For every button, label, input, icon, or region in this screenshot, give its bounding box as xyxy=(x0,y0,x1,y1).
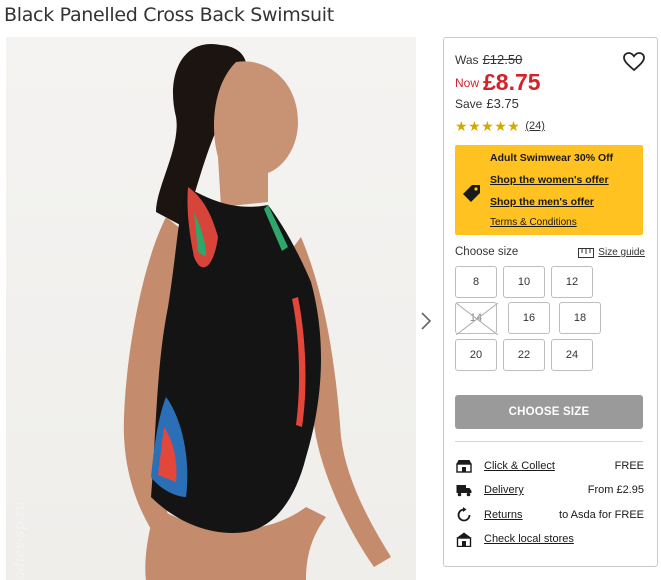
star-icon: ★ xyxy=(455,118,468,134)
watermark-text: Ladies-sp.ru xyxy=(11,501,28,580)
returns-icon xyxy=(455,507,473,523)
size-option-10[interactable]: 10 xyxy=(503,266,545,298)
delivery-row: Returns to Asda for FREE xyxy=(455,506,644,524)
star-icon: ★ xyxy=(481,118,494,134)
size-option-12[interactable]: 12 xyxy=(551,266,593,298)
size-option-14: 14 xyxy=(455,302,498,335)
star-icon: ★ xyxy=(494,118,507,134)
delivery-link[interactable]: Delivery xyxy=(484,484,524,496)
save-amount: Save £3.75 xyxy=(455,96,519,111)
truck-icon xyxy=(455,482,473,498)
delivery-link[interactable]: Click & Collect xyxy=(484,460,555,472)
next-image-chevron-right-icon[interactable] xyxy=(417,308,435,334)
save-label: Save xyxy=(455,97,483,111)
shop-mens-offer-link[interactable]: Shop the men's offer xyxy=(490,196,594,208)
star-icon: ★ xyxy=(507,118,520,134)
save-value: £3.75 xyxy=(486,96,519,111)
now-label: Now xyxy=(455,76,480,90)
wishlist-heart-icon[interactable] xyxy=(623,52,645,72)
was-price: Was £12.50 xyxy=(455,52,522,67)
delivery-link[interactable]: Returns xyxy=(484,509,523,521)
offer-heading: Adult Swimwear 30% Off xyxy=(490,152,614,164)
ruler-icon xyxy=(578,247,595,258)
delivery-value: to Asda for FREE xyxy=(559,509,644,521)
was-value: £12.50 xyxy=(482,52,523,67)
product-image[interactable]: Ladies-sp.ru xyxy=(6,37,416,580)
product-title: Black Panelled Cross Back Swimsuit xyxy=(4,4,334,26)
local-store-icon xyxy=(455,531,473,547)
product-purchase-panel: Was £12.50 Now £8.75 Save £3.75 ★ ★ ★ ★ ★ (… xyxy=(443,37,658,567)
size-guide-link[interactable]: Size guide xyxy=(578,247,645,258)
review-count-link[interactable]: (24) xyxy=(525,120,545,132)
rating-stars[interactable]: ★ ★ ★ ★ ★ (24) xyxy=(455,119,545,133)
star-icon: ★ xyxy=(468,118,481,134)
divider xyxy=(455,441,643,442)
size-option-18[interactable]: 18 xyxy=(559,302,601,334)
delivery-value: From £2.95 xyxy=(587,484,644,496)
delivery-row: Check local stores xyxy=(455,530,644,548)
size-option-8[interactable]: 8 xyxy=(455,266,497,298)
size-option-24[interactable]: 24 xyxy=(551,339,593,371)
delivery-row: Delivery From £2.95 xyxy=(455,481,644,499)
terms-link[interactable]: Terms & Conditions xyxy=(490,217,577,228)
size-option-20[interactable]: 20 xyxy=(455,339,497,371)
size-option-16[interactable]: 16 xyxy=(508,302,550,334)
now-price: Now £8.75 xyxy=(455,69,541,96)
out-of-stock-cross-icon xyxy=(456,303,498,335)
choose-size-button[interactable]: CHOOSE SIZE xyxy=(455,395,643,429)
shop-womens-offer-link[interactable]: Shop the women's offer xyxy=(490,174,609,186)
swimsuit-model-illustration xyxy=(123,43,391,580)
size-option-22[interactable]: 22 xyxy=(503,339,545,371)
choose-size-label: Choose size xyxy=(455,246,519,258)
store-icon xyxy=(455,458,473,474)
delivery-row: Click & Collect FREE xyxy=(455,457,644,475)
price-tag-icon xyxy=(461,182,483,204)
delivery-link[interactable]: Check local stores xyxy=(484,533,574,545)
was-label: Was xyxy=(455,53,479,67)
delivery-value: FREE xyxy=(614,460,644,472)
offer-banner: Adult Swimwear 30% Off Shop the women's … xyxy=(455,145,643,235)
size-guide-label: Size guide xyxy=(598,247,645,258)
now-value: £8.75 xyxy=(483,69,541,95)
